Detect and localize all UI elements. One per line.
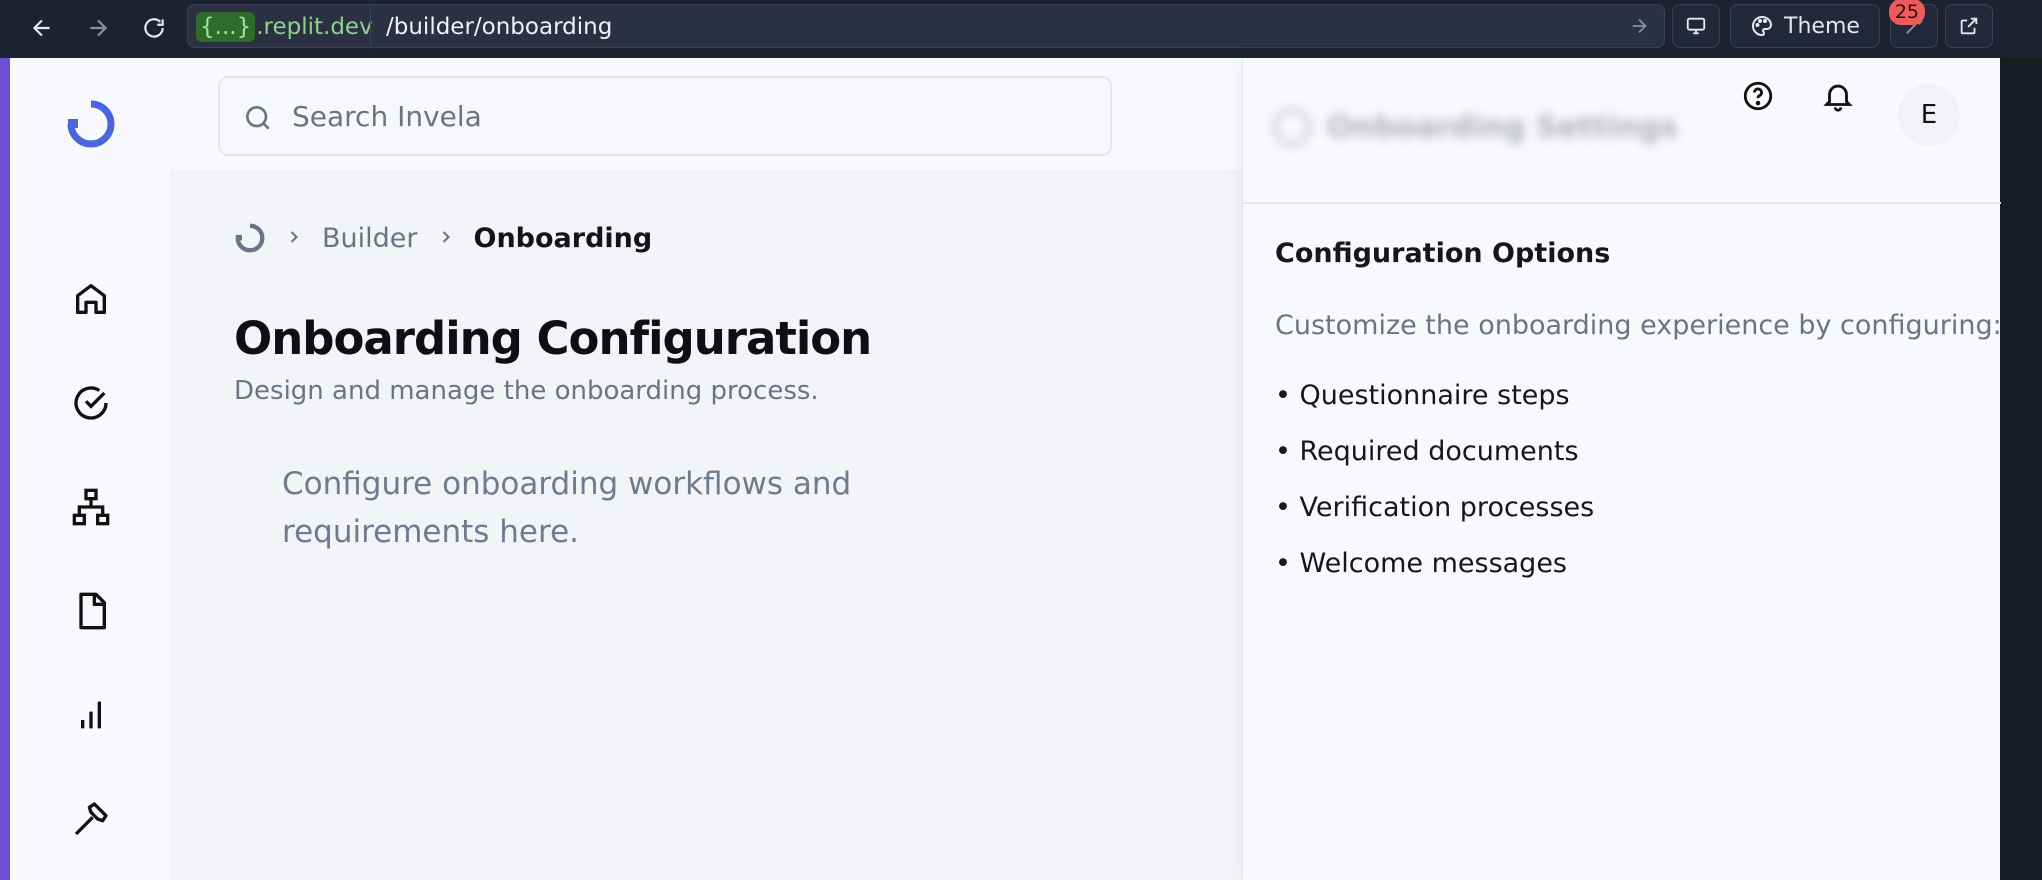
- breadcrumb: Builder Onboarding: [234, 222, 652, 254]
- avatar[interactable]: E: [1898, 84, 1960, 146]
- url-divider: [370, 5, 371, 49]
- reload-icon: [144, 18, 164, 38]
- back-button[interactable]: [24, 10, 60, 46]
- list-item: • Welcome messages: [1275, 548, 1568, 579]
- reload-button[interactable]: [136, 10, 172, 46]
- list-item: • Verification processes: [1275, 492, 1595, 523]
- right-edge: [2000, 58, 2042, 880]
- file-icon: [79, 592, 107, 630]
- home-icon: [76, 284, 107, 314]
- external-link-icon: [1960, 17, 1978, 35]
- chevron-right-icon: [436, 223, 456, 254]
- breadcrumb-home-icon[interactable]: [234, 222, 266, 254]
- sidebar-item-insights[interactable]: [70, 694, 112, 736]
- options-list: • Questionnaire steps • Required documen…: [1275, 380, 1594, 604]
- sidebar: [10, 58, 170, 880]
- settings-icon: [1273, 108, 1311, 146]
- notifications-button[interactable]: [1810, 68, 1866, 124]
- sidebar-item-builder[interactable]: [70, 798, 112, 840]
- breadcrumb-builder[interactable]: Builder: [322, 223, 418, 254]
- address-bar[interactable]: {...} .replit.dev /builder/onboarding: [187, 4, 1665, 49]
- help-button[interactable]: [1730, 68, 1786, 124]
- main-content: Builder Onboarding Onboarding Configurat…: [170, 170, 1242, 880]
- app-window: Builder Onboarding Onboarding Configurat…: [10, 58, 2002, 880]
- palette-icon: [1752, 15, 1773, 37]
- bar-chart-icon: [81, 701, 101, 729]
- search-input[interactable]: [292, 92, 1092, 140]
- page-subtitle: Design and manage the onboarding process…: [234, 376, 819, 406]
- tools-button[interactable]: 25: [1888, 0, 1938, 48]
- panel-header-title: Onboarding Settings: [1273, 108, 1678, 146]
- theme-button[interactable]: Theme: [1730, 4, 1880, 48]
- list-item: • Questionnaire steps: [1275, 380, 1570, 411]
- url-host-brace: {...}: [196, 12, 256, 42]
- arrow-left-icon: [32, 19, 50, 37]
- sidebar-item-home[interactable]: [70, 278, 112, 320]
- settings-panel: Onboarding Settings Configuration Option…: [1242, 58, 2002, 880]
- open-external-button[interactable]: [1945, 4, 1993, 48]
- sidebar-item-network[interactable]: [70, 486, 112, 528]
- panel-header-label: Onboarding Settings: [1327, 109, 1678, 145]
- panel-header: Onboarding Settings: [1243, 58, 2001, 204]
- panel-title: Configuration Options: [1275, 238, 1611, 269]
- go-arrow-icon[interactable]: [1628, 15, 1650, 37]
- list-item: • Required documents: [1275, 436, 1579, 467]
- hammer-icon: [74, 802, 108, 836]
- sidebar-item-tasks[interactable]: [70, 382, 112, 424]
- arrow-right-icon: [90, 19, 108, 37]
- search-bar[interactable]: [218, 76, 1112, 156]
- invela-logo-icon[interactable]: [65, 98, 117, 150]
- theme-label: Theme: [1784, 13, 1860, 39]
- check-circle-icon: [74, 386, 108, 420]
- chevron-right-icon: [284, 223, 304, 254]
- page-title: Onboarding Configuration: [234, 312, 872, 365]
- url-host: {...} .replit.dev: [196, 11, 373, 43]
- forward-button[interactable]: [80, 10, 116, 46]
- breadcrumb-onboarding: Onboarding: [473, 222, 653, 254]
- help-circle-icon: [1743, 81, 1773, 111]
- search-icon: [246, 106, 270, 130]
- bell-icon: [1823, 84, 1853, 112]
- url-path: /builder/onboarding: [386, 14, 613, 40]
- sidebar-item-files[interactable]: [70, 590, 112, 632]
- panel-description: Customize the onboarding experience by c…: [1275, 310, 2002, 341]
- url-host-domain: .replit.dev: [256, 14, 373, 40]
- monitor-icon: [1686, 17, 1706, 35]
- page-body-text: Configure onboarding workflows and requi…: [282, 466, 852, 550]
- devices-button[interactable]: [1672, 4, 1720, 48]
- browser-toolbar: {...} .replit.dev /builder/onboarding The…: [0, 0, 2042, 58]
- network-icon: [72, 488, 110, 526]
- notification-badge: 25: [1888, 0, 1925, 25]
